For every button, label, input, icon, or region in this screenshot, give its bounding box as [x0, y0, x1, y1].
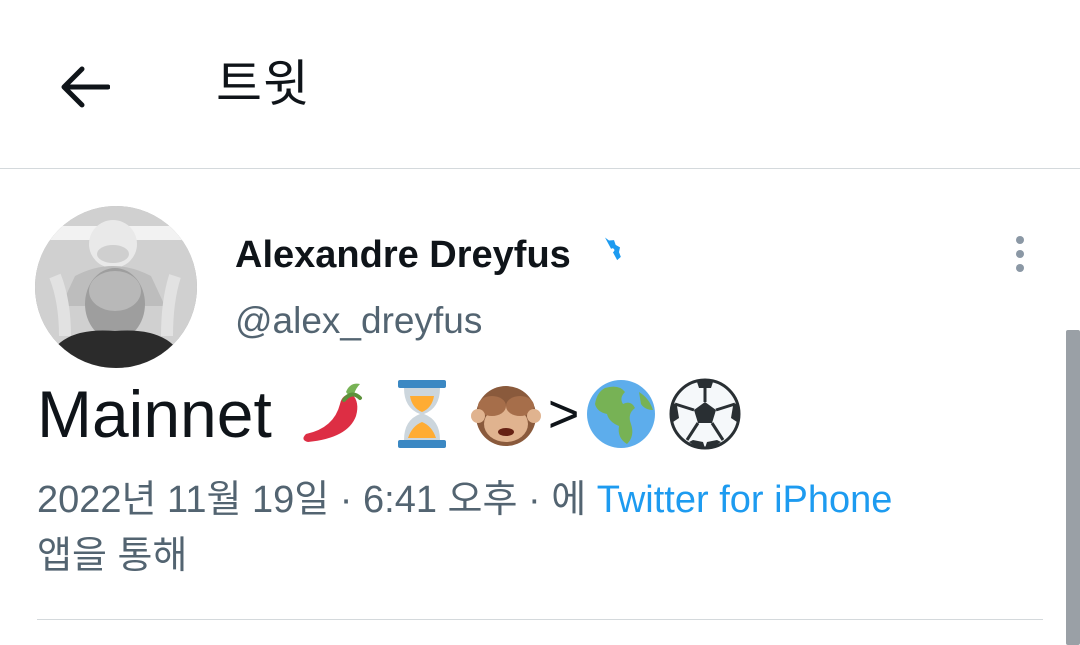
scrollbar[interactable]: [1066, 330, 1080, 645]
tweet-text: Mainnet >: [37, 374, 743, 454]
tweet-gt-symbol: >: [547, 384, 580, 444]
arrow-left-icon: [61, 66, 110, 108]
author-handle[interactable]: @alex_dreyfus: [235, 297, 482, 345]
tweet-text-body: Mainnet: [37, 377, 272, 451]
soccer-ball-icon: [667, 376, 743, 452]
more-dot-icon: [1016, 250, 1024, 258]
more-dot-icon: [1016, 264, 1024, 272]
tweet-timestamp[interactable]: 2022년 11월 19일 · 6:41 오후 · 에: [37, 479, 586, 521]
avatar[interactable]: [35, 206, 197, 368]
author-name[interactable]: Alexandre Dreyfus: [235, 230, 625, 280]
tweet-metadata: 2022년 11월 19일 · 6:41 오후 · 에 Twitter for …: [37, 472, 1027, 584]
verified-badge-icon: [585, 235, 625, 275]
source-suffix: 앱을 통해: [37, 535, 188, 577]
hourglass-icon: [390, 376, 454, 452]
more-dot-icon: [1016, 236, 1024, 244]
author-name-text: Alexandre Dreyfus: [235, 234, 571, 276]
more-options-button[interactable]: [998, 232, 1042, 276]
source-link[interactable]: Twitter for iPhone: [597, 479, 893, 521]
profile-photo: [35, 206, 197, 368]
see-no-evil-monkey-icon: [468, 376, 544, 452]
page-title: 트윗: [216, 56, 310, 112]
back-button[interactable]: [52, 55, 116, 119]
top-bar: 트윗: [0, 0, 1080, 169]
divider: [37, 619, 1043, 620]
globe-europe-africa-icon: [583, 376, 659, 452]
hot-pepper-icon: [294, 376, 370, 452]
